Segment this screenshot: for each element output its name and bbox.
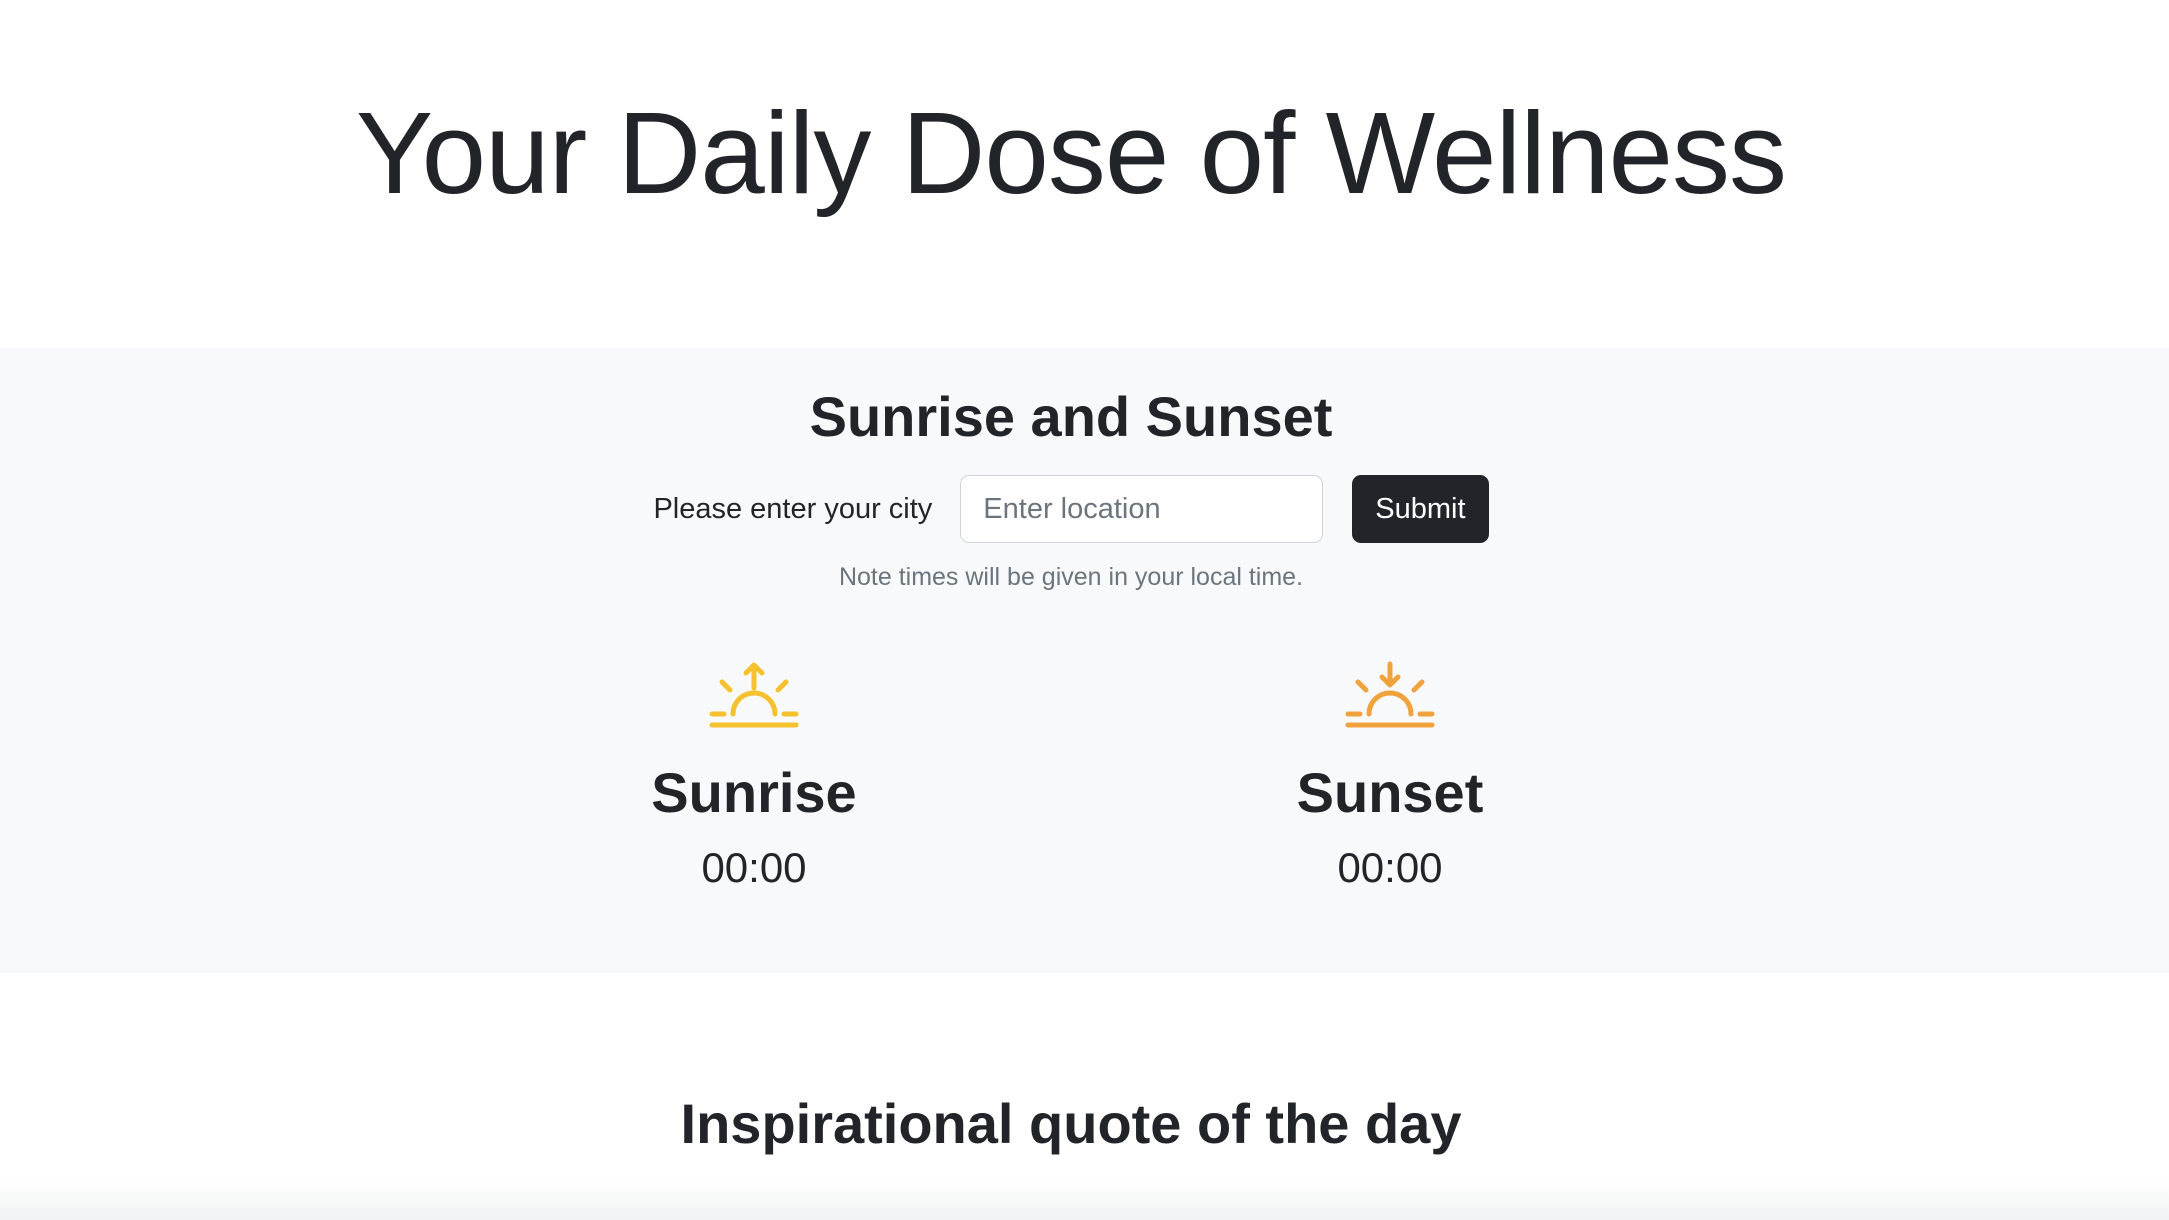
location-input[interactable] [960,475,1324,543]
city-form: Please enter your city Submit [0,475,2142,543]
quote-heading: Inspirational quote of the day [680,1092,1462,1155]
section-divider [0,1180,2169,1220]
sunrise-card: Sunrise 00:00 [594,660,914,896]
sunrise-sunset-heading: Sunrise and Sunset [809,385,1333,448]
sunrise-label: Sunrise [651,761,857,824]
sunset-icon [1345,661,1435,728]
sunset-time: 00:00 [1337,844,1443,891]
sunset-card: Sunset 00:00 [1230,660,1550,896]
sunrise-time: 00:00 [701,844,807,891]
page-title: Your Daily Dose of Wellness [355,88,1787,218]
sunrise-icon [709,662,799,728]
city-label: Please enter your city [653,492,933,525]
sunrise-sunset-section: Sunrise and Sunset Please enter your cit… [0,348,2169,973]
page: Your Daily Dose of Wellness Sunrise and … [0,0,2169,1220]
submit-button[interactable]: Submit [1352,475,1489,543]
local-time-note: Note times will be given in your local t… [838,563,1304,591]
sunset-label: Sunset [1296,761,1484,824]
